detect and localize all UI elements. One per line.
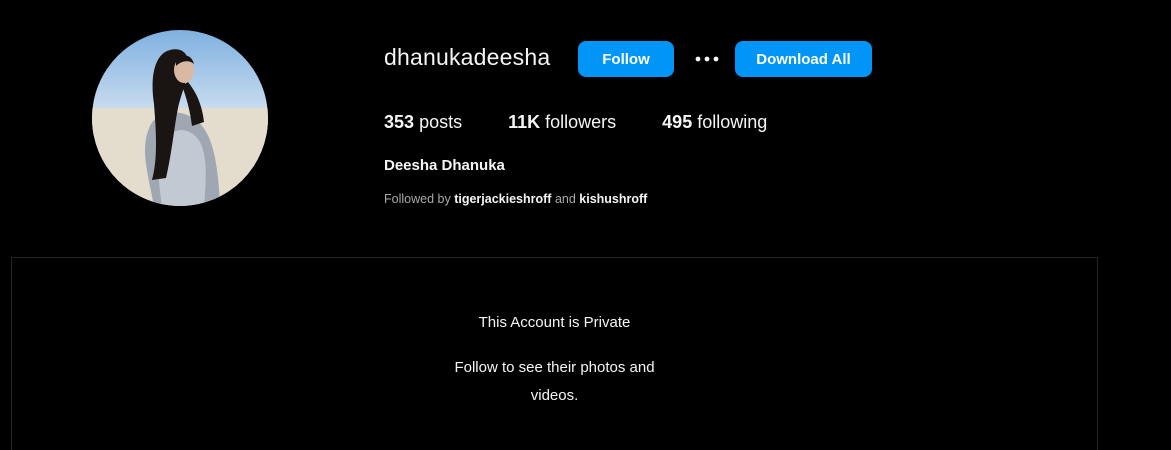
followed-by[interactable]: Followed by tigerjackieshroff and kishus… [384, 192, 647, 206]
full-name: Deesha Dhanuka [384, 157, 505, 174]
followers-label: followers [545, 112, 617, 132]
private-title: This Account is Private [478, 314, 631, 331]
follow-button[interactable]: Follow [578, 41, 674, 77]
followers-count[interactable]: 11K followers [508, 112, 616, 133]
followers-number: 11K [508, 112, 541, 132]
posts-count: 353 posts [384, 112, 462, 133]
profile-page: dhanukadeesha Follow Download All 353 po… [0, 0, 1171, 450]
followed-by-prefix: Followed by [384, 192, 451, 206]
private-subtitle: Follow to see their photos and videos. [454, 359, 655, 404]
more-options-icon[interactable] [693, 47, 721, 71]
following-count[interactable]: 495 following [662, 112, 767, 133]
download-all-button[interactable]: Download All [735, 41, 872, 77]
private-account-panel: This Account is Private Follow to see th… [11, 257, 1098, 450]
followed-by-conjunction: and [554, 192, 576, 206]
username: dhanukadeesha [384, 44, 551, 70]
profile-photo [92, 30, 268, 206]
posts-label: posts [419, 112, 463, 132]
posts-number: 353 [384, 112, 415, 132]
following-number: 495 [662, 112, 693, 132]
followed-by-user[interactable]: tigerjackieshroff [454, 192, 551, 206]
following-label: following [697, 112, 768, 132]
followed-by-user[interactable]: kishushroff [579, 192, 647, 206]
avatar[interactable] [92, 30, 268, 206]
profile-stats: 353 posts 11K followers 495 following [384, 112, 767, 133]
